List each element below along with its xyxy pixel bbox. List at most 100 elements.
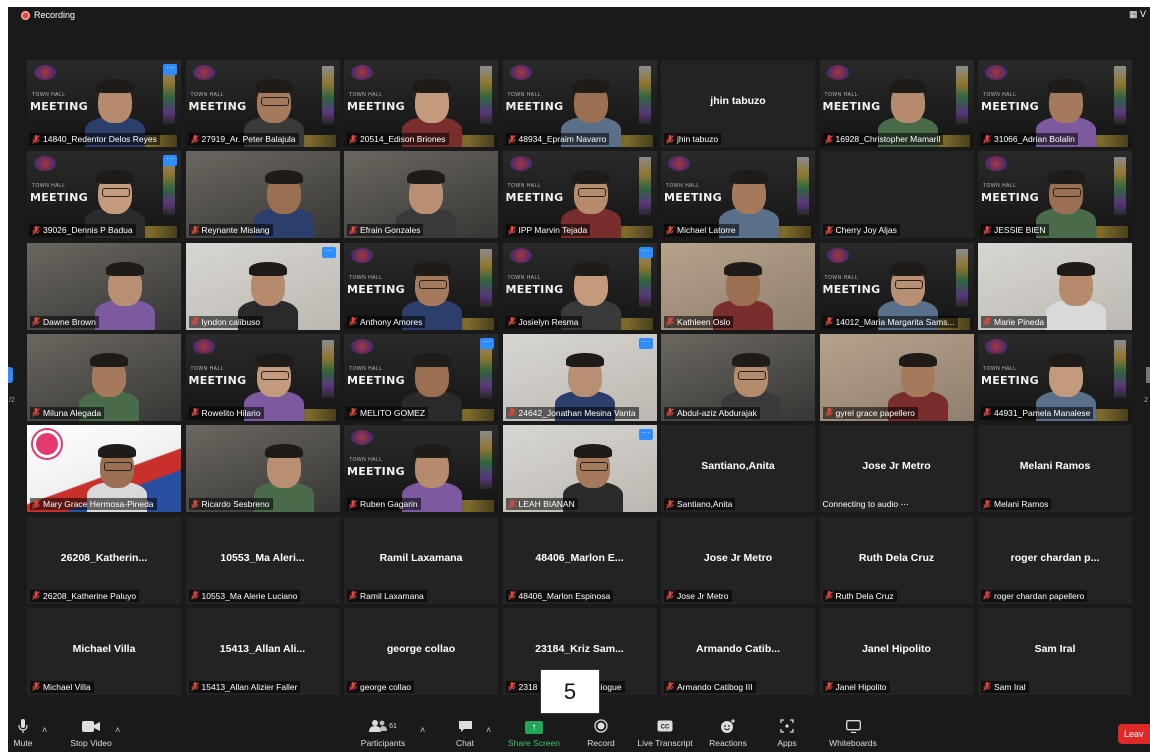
participant-tile[interactable]: george collao george collao xyxy=(344,607,498,695)
muted-mic-icon xyxy=(349,317,357,326)
next-page-arrow[interactable] xyxy=(1146,367,1150,383)
leave-button[interactable]: Leav xyxy=(1118,724,1150,744)
participant-name-label: 24642_Jonathan Mesina Vanta xyxy=(505,406,639,419)
participant-display-name: Ruth Dela Cruz xyxy=(858,551,935,564)
participant-tile[interactable]: Ramil Laxamana Ramil Laxamana xyxy=(344,516,498,604)
participant-tile[interactable]: ··· LEAH BIANAN xyxy=(502,425,657,513)
participant-tile[interactable]: 10553_Ma Aleri... 10553_Ma Alerie Luciano xyxy=(185,516,340,604)
participant-tile[interactable]: TOWN HALL MEETING 31066_Adrian Bolalin xyxy=(978,60,1132,147)
participant-name-label: 48406_Marlon Espinosa xyxy=(505,589,614,602)
participant-name-label: Melani Ramos xyxy=(981,498,1052,511)
town-hall-caption: TOWN HALL xyxy=(349,274,383,281)
participant-tile[interactable]: TOWN HALL MEETING ··· 14840_Redentor Delos … xyxy=(27,60,181,147)
participant-tile[interactable]: Efrain Gonzales xyxy=(344,151,498,239)
participant-name-label: 44931_Pamela Manalese xyxy=(981,406,1094,419)
record-button[interactable]: Record xyxy=(583,714,619,752)
participant-tile[interactable]: jhin tabuzo jhin tabuzo xyxy=(661,60,815,147)
participants-button[interactable]: 61 Participants xyxy=(358,714,408,752)
more-options-button[interactable]: ··· xyxy=(638,429,653,441)
chat-icon xyxy=(458,718,473,734)
page-number-overlay: 5 xyxy=(540,669,600,714)
participant-tile[interactable]: TOWN HALL MEETING Ruben Gagarin xyxy=(344,425,498,513)
background-sidebar xyxy=(1114,339,1126,398)
whiteboards-button[interactable]: Whiteboards xyxy=(824,714,882,752)
participant-tile[interactable]: 15413_Allan Ali... 15413_Allan Alizier Fa… xyxy=(185,607,340,695)
participant-name-label: Marie Pineda xyxy=(981,315,1048,328)
participant-tile[interactable]: ··· 24642_Jonathan Mesina Vanta xyxy=(502,333,657,421)
participant-tile[interactable]: Melani Ramos Melani Ramos xyxy=(978,425,1132,513)
participant-display-name: 26208_Katherin... xyxy=(60,551,148,564)
more-options-button[interactable]: ··· xyxy=(321,246,336,258)
participant-name: lyndon calibuso xyxy=(201,316,261,327)
participant-tile[interactable]: ··· lyndon calibuso xyxy=(185,242,340,330)
town-hall-caption: TOWN HALL xyxy=(349,457,383,464)
participant-tile[interactable]: gyrel grace papellero xyxy=(819,333,974,421)
mute-button[interactable]: Mute xyxy=(10,714,36,752)
more-options-button[interactable]: ··· xyxy=(480,337,494,349)
town-hall-caption: TOWN HALL xyxy=(190,92,225,98)
participant-tile[interactable]: Abdul-aziz Abdurajak xyxy=(661,333,815,421)
participant-tile[interactable]: Ricardo Sesbreno xyxy=(185,425,340,513)
participant-tile[interactable]: TOWN HALL MEETING 44931_Pamela Manalese xyxy=(978,333,1132,421)
participant-tile[interactable]: Jose Jr Metro Jose Jr Metro xyxy=(661,516,815,604)
participant-tile[interactable]: Kathleen Oslo xyxy=(661,242,815,330)
participant-name-label: Efrain Gonzales xyxy=(347,224,424,237)
participant-tile[interactable]: TOWN HALL MEETING 16928_Christopher Mamari… xyxy=(819,60,974,147)
more-options-button[interactable]: ··· xyxy=(638,246,653,258)
participant-name: MELITO GOMEZ xyxy=(360,407,426,418)
participant-tile[interactable]: Santiano,Anita Santiano,Anita xyxy=(661,425,815,513)
participant-tile[interactable]: TOWN HALL MEETING ··· Josielyn Resma xyxy=(502,242,657,330)
participant-tile[interactable]: Ruth Dela Cruz Ruth Dela Cruz xyxy=(819,516,974,604)
chat-button[interactable]: Chat xyxy=(448,714,482,752)
participant-tile[interactable]: TOWN HALL MEETING 48934_Epraim Navarro xyxy=(502,60,657,147)
participant-tile[interactable]: 48406_Marlon E... 48406_Marlon Espinosa xyxy=(502,516,657,604)
participant-tile[interactable]: Armando Catib... Armando Catibog III xyxy=(661,607,815,695)
participant-tile[interactable]: roger chardan p... roger chardan papeller… xyxy=(978,516,1132,604)
participant-tile[interactable]: Reynante Mislang xyxy=(185,151,340,239)
participant-tile[interactable]: Dawne Brown xyxy=(27,242,181,330)
participant-tile[interactable]: Michael Villa Michael Villa xyxy=(27,607,181,695)
participant-tile[interactable]: TOWN HALL MEETING ··· MELITO GOMEZ xyxy=(344,333,498,421)
participant-tile[interactable]: TOWN HALL MEETING ··· 39026_Dennis P Badua xyxy=(27,151,181,239)
apps-button[interactable]: Apps xyxy=(772,714,802,752)
participant-tile[interactable]: TOWN HALL MEETING JESSIE BIEN xyxy=(978,151,1132,239)
muted-mic-icon xyxy=(190,317,199,326)
more-options-button[interactable]: ··· xyxy=(163,64,177,75)
participant-tile[interactable]: Miluna Alegada xyxy=(27,333,181,421)
more-options-button[interactable]: ··· xyxy=(638,337,653,349)
participant-tile[interactable]: Marie Pineda xyxy=(978,242,1132,330)
participant-tile[interactable]: Jose Jr Metro Connecting to audio ⋯ xyxy=(819,425,974,513)
participant-name-label: Sam Iral xyxy=(981,680,1029,693)
live-transcript-button[interactable]: CC Live Transcript xyxy=(633,714,697,752)
participant-tile[interactable]: TOWN HALL MEETING 27919_Ar. Peter Balajula xyxy=(185,60,340,147)
more-options-button[interactable]: ··· xyxy=(163,155,177,167)
view-button[interactable]: ▦ V xyxy=(1129,9,1146,20)
stop-video-button[interactable]: Stop Video xyxy=(66,714,116,752)
muted-mic-icon xyxy=(824,317,833,326)
mute-options-caret[interactable]: ˄ xyxy=(42,725,47,735)
participant-tile[interactable]: Sam Iral Sam Iral xyxy=(978,607,1132,695)
participant-tile[interactable]: TOWN HALL MEETING Anthony Amores xyxy=(344,242,498,330)
participant-name-label: Anthony Amores xyxy=(347,315,426,328)
chat-options-caret[interactable]: ˄ xyxy=(486,725,491,735)
participant-tile[interactable]: TOWN HALL MEETING Rowelito Hilario xyxy=(185,333,340,421)
town-hall-logo xyxy=(509,156,532,172)
reactions-button[interactable]: Reactions xyxy=(706,714,750,752)
prev-page-arrow[interactable] xyxy=(8,367,13,383)
participant-tile[interactable]: TOWN HALL MEETING 14012_Maria Margarita Sa… xyxy=(819,242,974,330)
participants-options-caret[interactable]: ˄ xyxy=(420,725,425,735)
participant-tile[interactable]: TOWN HALL MEETING Michael Latorre xyxy=(661,151,815,239)
microphone-icon xyxy=(18,718,28,734)
participant-name-label: 26208_Katherine Paluyo xyxy=(30,589,140,602)
participant-display-name: Armando Catib... xyxy=(695,642,780,655)
participant-display-name: 48406_Marlon E... xyxy=(535,551,624,564)
video-options-caret[interactable]: ˄ xyxy=(115,725,120,735)
participant-tile[interactable]: TOWN HALL MEETING 20514_Edison Briones xyxy=(344,60,498,147)
participant-tile[interactable]: Mary Grace Hermosa-Pineda xyxy=(27,425,181,513)
participant-tile[interactable]: TOWN HALL MEETING IPP Marvin Tejada xyxy=(502,151,657,239)
participant-tile[interactable]: 26208_Katherin... 26208_Katherine Paluyo xyxy=(27,516,181,604)
participant-tile[interactable]: Janel Hipolito Janel Hipolito xyxy=(819,607,974,695)
participant-tile[interactable]: Cherry Joy Aljas xyxy=(819,151,974,239)
share-screen-button[interactable]: ↑ Share Screen xyxy=(506,714,562,752)
participant-name: LEAH BIANAN xyxy=(518,499,575,510)
